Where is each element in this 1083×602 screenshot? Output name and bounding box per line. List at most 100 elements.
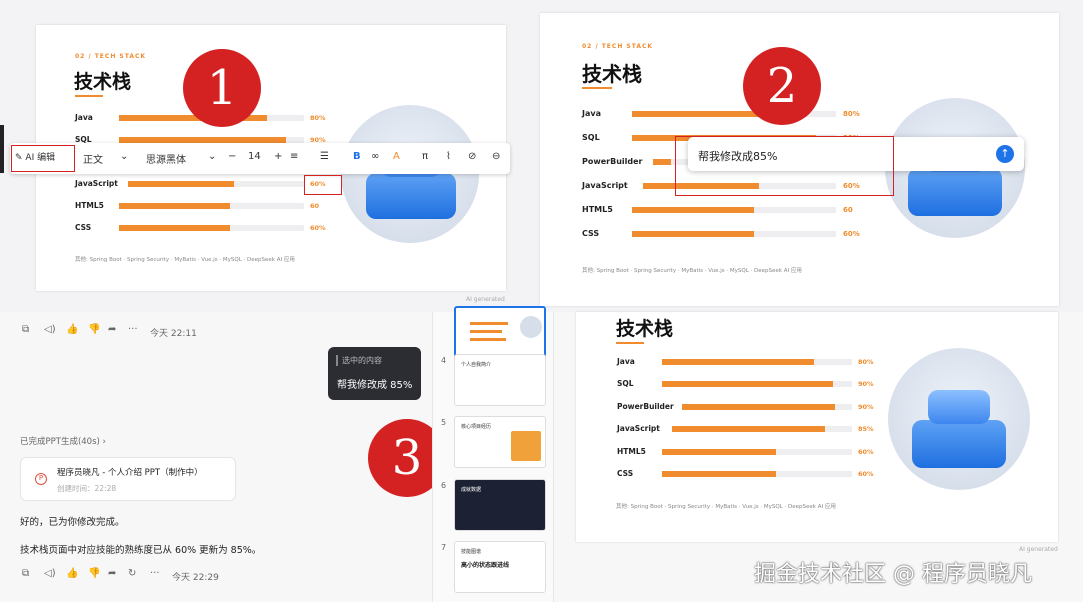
thumb-title: 成就数据 xyxy=(461,487,482,493)
assistant-reply-2: 技术栈页面中对应技能的熟练度已从 60% 更新为 85%。 xyxy=(20,545,262,556)
share-icon[interactable]: ➦ xyxy=(108,568,116,579)
font-chevron-icon[interactable]: ⌄ xyxy=(208,151,216,162)
skill-bar-track xyxy=(662,381,852,387)
font-size-value[interactable]: 14 xyxy=(248,151,261,162)
slide-footer: 其他: Spring Boot · Spring Security · MyBa… xyxy=(582,268,802,274)
skill-percent[interactable]: 90% xyxy=(858,380,874,388)
more-icon[interactable]: ··· xyxy=(150,568,160,579)
thumb-up-icon[interactable]: 👍 xyxy=(66,568,78,579)
left-edge-bar xyxy=(0,125,4,173)
thumb-subtitle: 高小的状态跟进线 xyxy=(461,562,510,569)
brush-icon[interactable]: ⌇ xyxy=(446,151,451,162)
slide-footer: 其他: Spring Boot · Spring Security · MyBa… xyxy=(75,257,295,263)
skill-bar-fill xyxy=(653,159,672,165)
bold-button[interactable]: B xyxy=(353,151,361,162)
skill-label: PowerBuilder xyxy=(582,157,643,166)
slide-footer: 其他: Spring Boot · Spring Security · MyBa… xyxy=(616,504,836,510)
thumb-bar xyxy=(470,322,508,325)
font-color-button[interactable]: A xyxy=(393,151,400,162)
skill-label: JavaScript xyxy=(75,179,118,188)
more-icon[interactable]: ⊖ xyxy=(492,151,500,162)
ppt-card[interactable]: P 程序员晓凡 - 个人介绍 PPT（制作中） 创建时间：22:28 xyxy=(20,457,236,501)
copy-icon[interactable]: ⧉ xyxy=(22,324,29,335)
message-time: 今天 22:29 xyxy=(172,573,219,583)
thumb-image xyxy=(520,316,542,338)
skill-bar-track xyxy=(632,207,836,213)
generation-status-label: 已完成PPT生成(40s) xyxy=(20,437,100,447)
skill-percent[interactable]: 60 xyxy=(310,202,319,210)
panel-2: 02 / TECH STACK 技术栈 Java80%SQL90%PowerBu… xyxy=(528,0,1083,312)
generation-status[interactable]: 已完成PPT生成(40s) › xyxy=(20,435,106,447)
refresh-icon[interactable]: ↻ xyxy=(128,568,136,579)
skill-label: CSS xyxy=(582,229,600,238)
slide-thumb[interactable]: 成就数据 xyxy=(454,479,546,531)
skill-bar-track xyxy=(662,471,852,477)
skill-label: CSS xyxy=(75,223,92,232)
slide-title: 技术栈 xyxy=(74,71,132,93)
ai-generated-label: AI generated xyxy=(466,296,505,303)
slide-thumb-active[interactable] xyxy=(454,306,546,358)
link-icon[interactable]: ∞ xyxy=(371,151,379,162)
thumb-title: 个人自我简介 xyxy=(461,362,492,368)
thumb-down-icon[interactable]: 👎 xyxy=(88,568,100,579)
skill-percent[interactable]: 80% xyxy=(843,110,860,118)
slide-title: 技术栈 xyxy=(616,318,674,340)
thumb-title: 核心项目经历 xyxy=(461,424,492,430)
skill-bar-track xyxy=(632,231,836,237)
skill-percent[interactable]: 60% xyxy=(843,230,860,238)
skill-bar-fill xyxy=(662,359,814,365)
skill-percent[interactable]: 60% xyxy=(310,224,326,232)
speaker-icon[interactable]: ◁) xyxy=(44,324,56,335)
increase-size-button[interactable]: + xyxy=(274,151,282,162)
font-select[interactable]: 思源黑体 xyxy=(146,151,186,166)
arrow-up-icon: ↑ xyxy=(1000,147,1010,160)
skill-percent[interactable]: 80% xyxy=(310,114,326,122)
user-message-text: 帮我修改成 85% xyxy=(337,380,413,391)
skill-bar-fill xyxy=(119,203,230,209)
skill-bar-fill xyxy=(662,449,776,455)
skill-label: HTML5 xyxy=(75,201,104,210)
slide-thumb[interactable]: 核心项目经历 xyxy=(454,416,546,468)
slide-title: 技术栈 xyxy=(582,62,642,86)
skill-label: HTML5 xyxy=(582,205,613,214)
slide-eyebrow: 02 / TECH STACK xyxy=(582,43,654,50)
pi-button[interactable]: π xyxy=(422,151,428,162)
skill-bar-track xyxy=(128,181,304,187)
illustration-platform xyxy=(912,420,1006,468)
skill-percent[interactable]: 80% xyxy=(858,358,874,366)
clear-format-icon[interactable]: ⊘ xyxy=(468,151,476,162)
skill-label: PowerBuilder xyxy=(617,402,674,411)
speaker-icon[interactable]: ◁) xyxy=(44,568,56,579)
copy-icon[interactable]: ⧉ xyxy=(22,568,29,579)
send-button[interactable]: ↑ xyxy=(996,145,1014,163)
edit-toolbar: ✎ AI 编辑 正文 ⌄ 思源黑体 ⌄ − 14 + ≡ ☰ B ∞ A π ⌇… xyxy=(10,143,510,174)
slide-thumb[interactable]: 技能图谱 高小的状态跟进线 xyxy=(454,541,546,593)
skill-label: SQL xyxy=(582,133,600,142)
assistant-reply-1: 好的，已为你修改完成。 xyxy=(20,517,125,528)
thumb-image xyxy=(511,431,541,461)
skill-bar-fill xyxy=(128,181,234,187)
style-chevron-icon[interactable]: ⌄ xyxy=(120,151,128,162)
more-icon[interactable]: ··· xyxy=(128,324,138,335)
thumb-up-icon[interactable]: 👍 xyxy=(66,324,78,335)
slide-thumb[interactable]: 个人自我简介 xyxy=(454,354,546,406)
thumb-bar xyxy=(470,330,502,333)
skill-percent[interactable]: 60% xyxy=(858,448,874,456)
step-marker-2: 2 xyxy=(743,47,821,125)
skill-percent[interactable]: 60% xyxy=(858,470,874,478)
thumb-down-icon[interactable]: 👎 xyxy=(88,324,100,335)
list-icon[interactable]: ☰ xyxy=(320,151,329,162)
share-icon[interactable]: ➦ xyxy=(108,324,116,335)
skill-percent[interactable]: 60 xyxy=(843,206,853,214)
align-icon[interactable]: ≡ xyxy=(290,151,298,162)
style-select[interactable]: 正文 xyxy=(83,151,103,166)
message-time: 今天 22:11 xyxy=(150,329,197,339)
decrease-size-button[interactable]: − xyxy=(228,151,236,162)
skill-percent[interactable]: 85% xyxy=(858,425,874,433)
skill-label: JavaScript xyxy=(582,181,628,190)
chevron-right-icon: › xyxy=(102,437,106,447)
skill-bar-fill xyxy=(662,471,776,477)
skill-bar-track xyxy=(672,426,852,432)
title-underline xyxy=(616,342,644,344)
skill-percent[interactable]: 90% xyxy=(858,403,874,411)
